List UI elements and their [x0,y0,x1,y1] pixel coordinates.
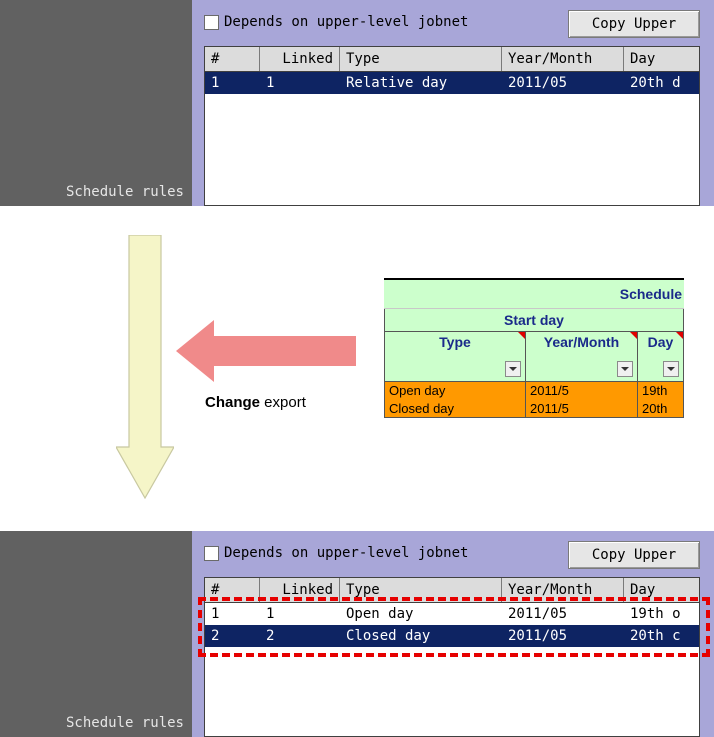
cell-year-month: 2011/05 [508,75,568,91]
comment-marker-icon [518,332,525,339]
sheet-column-headers: Type Year/Month Day [384,332,684,382]
sheet-cell-type: Closed day [384,400,526,418]
depends-label: Depends on upper-level jobnet [224,14,469,30]
sheet-header-type-label: Type [439,334,471,350]
column-header-linked[interactable]: Linked [260,47,340,71]
sidebar: Schedule rules [0,0,192,206]
change-export-caption: Change export [205,394,306,411]
cell-linked: 1 [266,75,275,91]
table-row[interactable]: 1 1 Relative day 2011/05 20th d [205,72,699,94]
filter-dropdown-icon[interactable] [617,361,633,377]
sheet-cell-day: 20th [638,400,684,418]
sheet-group-header: Start day [384,309,684,332]
comment-marker-icon [676,332,683,339]
sheet-header-day: Day [638,332,684,382]
before-panel: Schedule rules Depends on upper-level jo… [0,0,714,206]
depends-checkbox[interactable] [204,545,219,561]
depends-label: Depends on upper-level jobnet [224,545,469,561]
sidebar: Schedule rules [0,531,192,737]
column-header-number[interactable]: # [205,47,260,71]
filter-dropdown-icon[interactable] [663,361,679,377]
table-header: # Linked Type Year/Month Day [205,47,699,72]
changed-rows-highlight [198,597,710,657]
spreadsheet-snippet: Schedule Start day Type Year/Month Day O… [384,278,684,430]
sheet-row: Open day 2011/5 19th [384,382,684,400]
schedule-panel: Depends on upper-level jobnet Copy Upper… [192,531,714,737]
sidebar-label: Schedule rules [65,715,184,731]
caption-bold: Change [205,394,261,411]
after-panel: Schedule rules Depends on upper-level jo… [0,531,714,737]
cell-type: Relative day [346,75,448,91]
sheet-header-day-label: Day [647,334,674,350]
sheet-cell-day: 19th [638,382,684,400]
sheet-cell-year-month: 2011/5 [526,382,638,400]
sheet-cell-year-month: 2011/5 [526,400,638,418]
filter-dropdown-icon[interactable] [505,361,521,377]
sidebar-label: Schedule rules [65,184,184,200]
caption-rest: export [260,394,306,411]
sheet-header-type: Type [384,332,526,382]
down-arrow-icon [116,235,174,500]
sheet-title: Schedule [384,278,684,309]
depends-checkbox-row[interactable]: Depends on upper-level jobnet [204,545,468,561]
sheet-cell-type: Open day [384,382,526,400]
depends-checkbox-row[interactable]: Depends on upper-level jobnet [204,14,468,30]
depends-checkbox[interactable] [204,14,219,30]
cell-number: 1 [211,75,220,91]
cell-day: 20th d [630,75,681,91]
schedule-panel: Depends on upper-level jobnet Copy Upper… [192,0,714,206]
sheet-row: Closed day 2011/5 20th [384,400,684,418]
left-arrow-icon [176,320,356,382]
rules-table: # Linked Type Year/Month Day 1 1 Relativ… [204,46,700,206]
column-header-type[interactable]: Type [340,47,502,71]
comment-marker-icon [630,332,637,339]
sheet-header-year-month-label: Year/Month [543,334,620,350]
column-header-year-month[interactable]: Year/Month [502,47,624,71]
column-header-day[interactable]: Day [624,47,699,71]
copy-upper-button[interactable]: Copy Upper [568,10,700,38]
copy-upper-button[interactable]: Copy Upper [568,541,700,569]
sheet-header-year-month: Year/Month [526,332,638,382]
